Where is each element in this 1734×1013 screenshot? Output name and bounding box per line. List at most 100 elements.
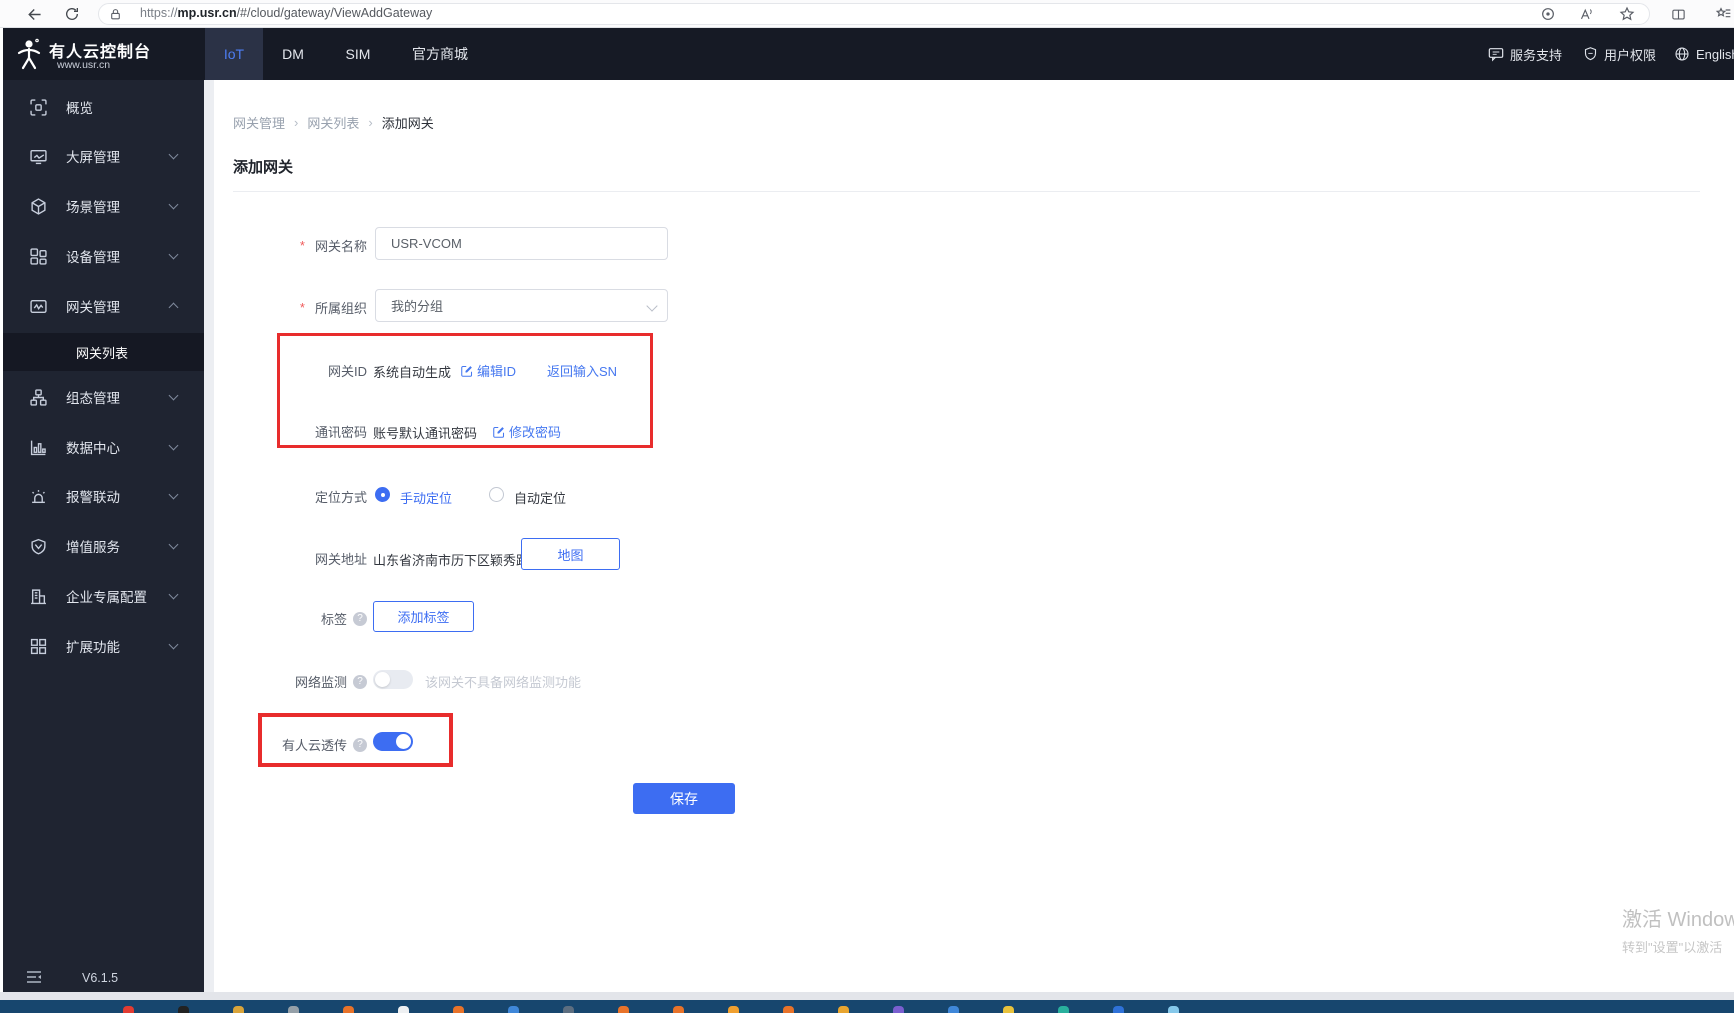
collapse-sidebar-icon[interactable] xyxy=(26,970,42,984)
organization-label: 所属组织 xyxy=(210,298,367,317)
taskbar-app-icon[interactable] xyxy=(948,1006,959,1013)
edit-id-link[interactable]: 编辑ID xyxy=(461,361,516,380)
tags-label: 标签 xyxy=(210,609,367,628)
tab-sim[interactable]: SIM xyxy=(330,28,386,80)
device-icon xyxy=(30,247,47,265)
taskbar-app-icon[interactable] xyxy=(453,1006,464,1013)
sidebar-item-extended-functions[interactable]: 扩展功能 xyxy=(0,626,204,666)
help-icon[interactable] xyxy=(353,611,367,626)
windows-taskbar[interactable] xyxy=(0,1000,1734,1013)
help-icon[interactable] xyxy=(353,674,367,689)
radio-auto-location-label[interactable]: 自动定位 xyxy=(514,488,566,507)
location-mode-label: 定位方式 xyxy=(314,490,367,505)
taskbar-app-icon[interactable] xyxy=(1003,1006,1014,1013)
screen-icon xyxy=(30,149,47,164)
nav-user-permission[interactable]: 用户权限 xyxy=(1583,28,1656,80)
taskbar-app-icon[interactable] xyxy=(673,1006,684,1013)
radio-auto-location[interactable] xyxy=(489,487,504,502)
sidebar-item-scene-mgmt[interactable]: 场景管理 xyxy=(0,186,204,226)
taskbar-app-icon[interactable] xyxy=(1058,1006,1069,1013)
radio-manual-location-label[interactable]: 手动定位 xyxy=(400,488,452,507)
logo[interactable]: 有人云控制台 www.usr.cn xyxy=(0,28,204,80)
edit-icon xyxy=(461,365,473,377)
taskbar-app-icon[interactable] xyxy=(508,1006,519,1013)
taskbar-app-icon[interactable] xyxy=(893,1006,904,1013)
overview-icon xyxy=(30,98,47,116)
taskbar-app-icon[interactable] xyxy=(618,1006,629,1013)
sidebar-footer: V6.1.5 xyxy=(0,964,204,992)
taskbar-app-icon[interactable] xyxy=(563,1006,574,1013)
sidebar-item-config-mgmt[interactable]: 组态管理 xyxy=(0,377,204,417)
taskbar-app-icon[interactable] xyxy=(728,1006,739,1013)
taskbar-app-icon[interactable] xyxy=(233,1006,244,1013)
activate-windows-watermark: 激活 Windows 转到"设置"以激活 xyxy=(1622,909,1734,955)
usr-cloud-passthrough-toggle[interactable] xyxy=(373,732,413,751)
nav-service-support[interactable]: 服务支持 xyxy=(1488,28,1562,80)
window-edge xyxy=(0,28,3,992)
tab-official-mall[interactable]: 官方商城 xyxy=(396,28,484,80)
taskbar-app-icon[interactable] xyxy=(288,1006,299,1013)
network-monitor-hint: 该网关不具备网络监测功能 xyxy=(425,675,582,690)
sidebar-item-gateway-list[interactable]: 网关列表 xyxy=(0,333,204,371)
scene-icon xyxy=(31,197,46,215)
taskbar-app-icon[interactable] xyxy=(343,1006,354,1013)
shield-icon xyxy=(1584,47,1597,61)
sidebar-item-screen-mgmt[interactable]: 大屏管理 xyxy=(0,136,204,176)
chevron-down-icon xyxy=(168,539,179,550)
sidebar-item-gateway-mgmt[interactable]: 网关管理 xyxy=(0,286,204,326)
sidebar-item-alarm-linkage[interactable]: 报警联动 xyxy=(0,476,204,516)
globe-icon xyxy=(1675,47,1689,61)
data-icon xyxy=(30,440,46,455)
nav-language[interactable]: English xyxy=(1674,28,1734,80)
sidebar-item-enterprise-config[interactable]: 企业专属配置 xyxy=(0,576,204,616)
back-icon[interactable] xyxy=(22,3,44,25)
taskbar-app-icon[interactable] xyxy=(123,1006,134,1013)
organization-select[interactable]: 我的分组 xyxy=(375,289,668,322)
alarm-icon xyxy=(32,489,45,503)
taskbar-app-icon[interactable] xyxy=(398,1006,409,1013)
version-label: V6.1.5 xyxy=(82,971,119,985)
sidebar-item-overview[interactable]: 概览 xyxy=(0,87,204,127)
help-icon[interactable] xyxy=(353,737,367,752)
favorites-bar-icon[interactable] xyxy=(1712,3,1734,25)
chevron-down-icon xyxy=(168,249,179,260)
sidebar-item-device-mgmt[interactable]: 设备管理 xyxy=(0,236,204,276)
sidebar-item-data-center[interactable]: 数据中心 xyxy=(0,427,204,467)
network-monitor-label: 网络监测 xyxy=(210,672,367,691)
refresh-icon[interactable] xyxy=(61,3,83,25)
taskbar-app-icon[interactable] xyxy=(178,1006,189,1013)
add-tag-button[interactable]: 添加标签 xyxy=(373,601,474,632)
tab-dm[interactable]: DM xyxy=(270,28,316,80)
gateway-name-label: 网关名称 xyxy=(210,236,367,255)
window-bottom-edge xyxy=(0,992,1734,1000)
breadcrumb-gateway-list[interactable]: 网关列表 xyxy=(307,113,359,132)
taskbar-app-icon[interactable] xyxy=(838,1006,849,1013)
sidebar-item-value-added-services[interactable]: 增值服务 xyxy=(0,526,204,566)
location-pin-icon[interactable] xyxy=(1537,3,1559,25)
logo-subtitle: www.usr.cn xyxy=(57,59,111,71)
breadcrumb: 网关管理 网关列表 添加网关 xyxy=(233,113,434,132)
network-monitor-toggle[interactable] xyxy=(373,670,413,689)
map-button[interactable]: 地图 xyxy=(521,538,620,570)
screen: https://mp.usr.cn/#/cloud/gateway/ViewAd… xyxy=(0,0,1734,1013)
change-password-link[interactable]: 修改密码 xyxy=(493,422,561,441)
taskbar-app-icon[interactable] xyxy=(783,1006,794,1013)
url-text[interactable]: https://mp.usr.cn/#/cloud/gateway/ViewAd… xyxy=(140,6,432,20)
taskbar-app-icon[interactable] xyxy=(1113,1006,1124,1013)
top-nav: 有人云控制台 www.usr.cn IoT DM SIM 官方商城 服务支持 用… xyxy=(0,28,1734,80)
taskbar-app-icon[interactable] xyxy=(1168,1006,1179,1013)
gateway-id-value: 系统自动生成 xyxy=(373,365,452,380)
return-input-sn-link[interactable]: 返回输入SN xyxy=(547,361,617,380)
breadcrumb-separator xyxy=(294,115,298,130)
chat-icon xyxy=(1488,48,1504,62)
gateway-name-input[interactable]: USR-VCOM xyxy=(375,227,668,260)
favorite-star-icon[interactable] xyxy=(1616,3,1638,25)
breadcrumb-current: 添加网关 xyxy=(381,116,434,131)
save-button[interactable]: 保存 xyxy=(633,783,735,814)
breadcrumb-gateway-mgmt[interactable]: 网关管理 xyxy=(233,113,285,132)
radio-manual-location[interactable] xyxy=(375,487,390,502)
read-aloud-icon[interactable] xyxy=(1575,3,1597,25)
split-screen-icon[interactable] xyxy=(1667,3,1689,25)
tab-iot[interactable]: IoT xyxy=(205,28,263,80)
chevron-down-icon xyxy=(168,489,179,500)
